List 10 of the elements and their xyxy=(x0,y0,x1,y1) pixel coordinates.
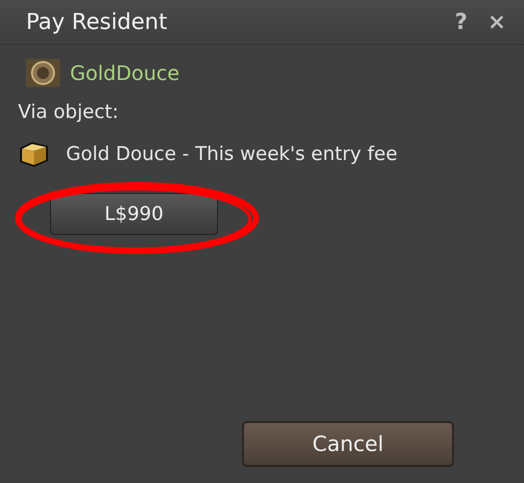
pay-button[interactable]: L$990 xyxy=(50,193,218,235)
box-icon xyxy=(18,139,50,169)
object-name: Gold Douce - This week's entry fee xyxy=(66,143,398,165)
close-button[interactable]: × xyxy=(482,10,512,34)
via-label: Via object: xyxy=(18,101,120,123)
payee-name: GoldDouce xyxy=(70,61,180,85)
window-title: Pay Resident xyxy=(26,10,168,34)
cancel-button[interactable]: Cancel xyxy=(242,421,454,467)
avatar-icon xyxy=(26,59,60,87)
help-button[interactable]: ? xyxy=(448,10,474,34)
